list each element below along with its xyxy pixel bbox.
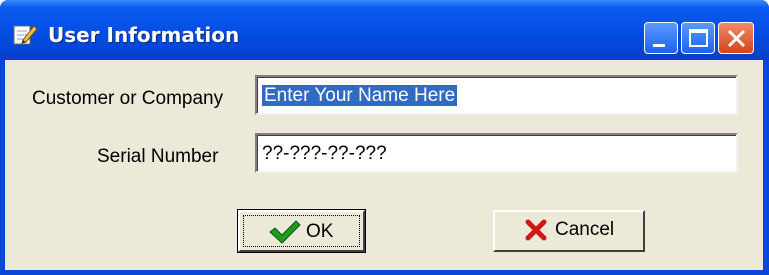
customer-input[interactable]: Enter Your Name Here — [255, 75, 738, 115]
notepad-pencil-icon — [12, 22, 38, 46]
maximize-button[interactable] — [681, 22, 715, 54]
dialog-body: Customer or Company Enter Your Name Here… — [5, 60, 763, 270]
window-title: User Information — [48, 23, 240, 47]
checkmark-icon — [269, 220, 301, 244]
close-button[interactable] — [718, 22, 754, 54]
user-information-dialog: User Information Customer or Company Ent… — [0, 0, 769, 275]
minimize-button[interactable] — [644, 22, 678, 54]
x-mark-icon — [525, 219, 547, 241]
ok-label: OK — [306, 221, 334, 242]
minimize-icon — [653, 44, 665, 47]
serial-label: Serial Number — [97, 146, 219, 167]
serial-number-input[interactable]: ??-???-??-??? — [255, 133, 738, 173]
customer-label: Customer or Company — [32, 88, 224, 109]
close-icon — [727, 29, 746, 48]
cancel-label: Cancel — [555, 219, 615, 240]
cancel-button[interactable]: Cancel — [493, 210, 645, 252]
customer-input-value: Enter Your Name Here — [262, 85, 458, 106]
maximize-icon — [689, 29, 708, 47]
title-bar[interactable]: User Information — [0, 0, 769, 60]
ok-button[interactable]: OK — [237, 209, 366, 253]
serial-number-value: ??-???-??-??? — [262, 143, 387, 164]
